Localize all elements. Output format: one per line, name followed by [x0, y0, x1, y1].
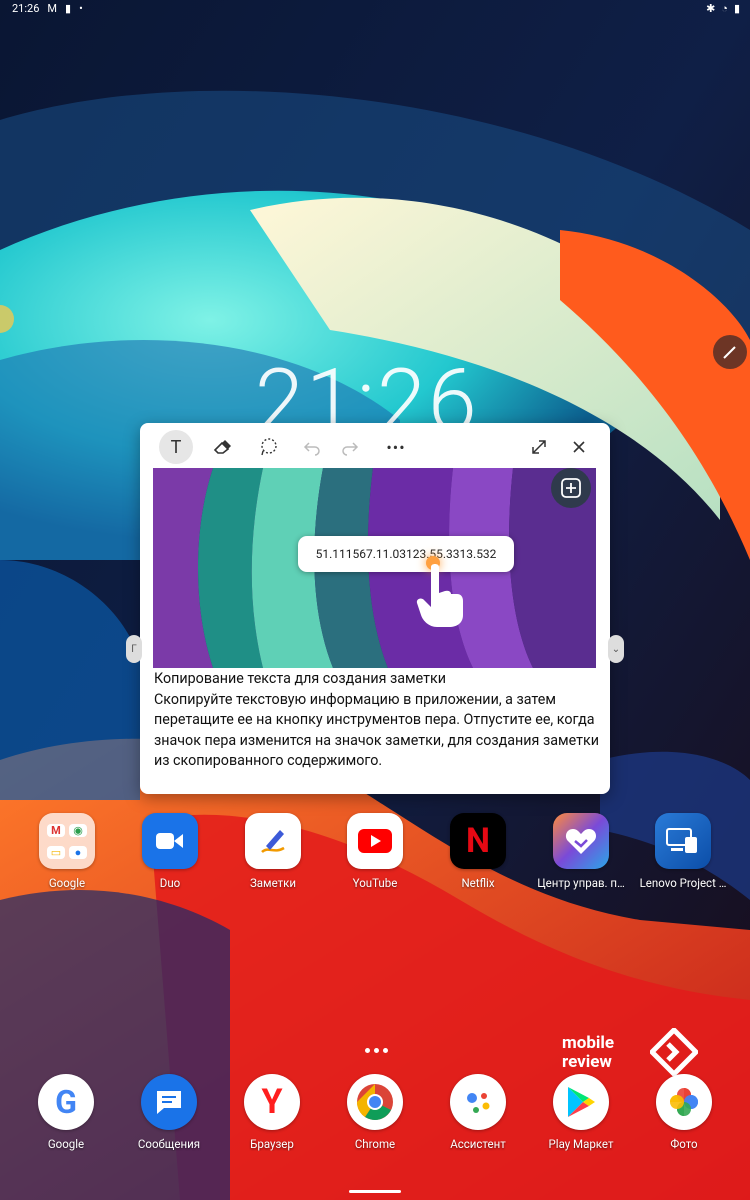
lasso-icon	[261, 438, 277, 456]
netflix-icon: N	[450, 813, 506, 869]
copied-text-bubble: 51.111567.11.03123.55.3313.532	[298, 536, 514, 572]
tutorial-title: Копирование текста для создания заметки	[154, 671, 446, 687]
app-youtube[interactable]: YouTube	[330, 813, 420, 890]
page-dot	[383, 1048, 388, 1053]
undo-icon	[303, 442, 320, 456]
app-label: Google	[48, 876, 86, 890]
gesture-nav-bar[interactable]	[349, 1190, 401, 1193]
notes-icon	[245, 813, 301, 869]
tutorial-description: Копирование текста для создания заметки …	[154, 669, 600, 772]
status-time: 21:26	[12, 2, 40, 15]
app-control-center[interactable]: Центр управ. п…	[536, 813, 626, 890]
app-lenovo-project[interactable]: Lenovo Project …	[638, 813, 728, 890]
photos-icon	[656, 1074, 712, 1130]
page-dot	[374, 1048, 379, 1053]
expand-icon	[532, 440, 546, 454]
add-note-button[interactable]	[551, 468, 591, 508]
app-label: Центр управ. п…	[537, 876, 625, 890]
app-duo[interactable]: Duo	[125, 813, 215, 890]
chevron-down-icon: ⌄	[611, 643, 621, 655]
app-label: Chrome	[354, 1137, 396, 1151]
chevron-left-icon: Г	[131, 643, 137, 655]
battery-icon: ▮	[733, 2, 740, 15]
close-button[interactable]	[562, 430, 596, 464]
lasso-button[interactable]	[252, 430, 286, 464]
yandex-browser-icon: Y	[244, 1074, 300, 1130]
left-page-handle[interactable]: Г	[126, 635, 142, 663]
plus-square-icon	[561, 478, 581, 498]
messages-icon	[141, 1074, 197, 1130]
app-label: Google	[47, 1137, 85, 1151]
app-label: Сообщения	[137, 1137, 201, 1151]
dock-messages[interactable]: Сообщения	[124, 1074, 214, 1151]
control-center-icon	[553, 813, 609, 869]
lenovo-project-icon	[655, 813, 711, 869]
watermark-line2: review	[562, 1052, 612, 1072]
text-tool-button[interactable]: T	[159, 430, 193, 464]
assistant-icon	[450, 1074, 506, 1130]
dot-icon: •	[79, 2, 83, 15]
google-folder-icon: M ◉ ▭ ●	[39, 813, 95, 869]
tutorial-body: Скопируйте текстовую информацию в прилож…	[154, 691, 599, 770]
dock-google[interactable]: G Google	[21, 1074, 111, 1151]
page-indicator	[365, 1048, 388, 1053]
google-icon: G	[38, 1074, 94, 1130]
redo-button[interactable]	[333, 430, 367, 464]
expand-button[interactable]	[522, 430, 556, 464]
close-icon	[573, 441, 585, 453]
hand-pointer-icon	[416, 564, 463, 627]
youtube-icon	[347, 813, 403, 869]
redo-icon	[342, 442, 359, 456]
play-store-icon	[553, 1074, 609, 1130]
app-label: YouTube	[352, 876, 398, 890]
app-notes[interactable]: Заметки	[228, 813, 318, 890]
app-label: Lenovo Project …	[639, 876, 727, 890]
status-bar: 21:26 M ▮ • ✱ ◔ ▮	[0, 0, 750, 18]
pen-tool-handle[interactable]	[713, 335, 747, 369]
bluetooth-icon: ✱	[706, 2, 716, 15]
app-label: Заметки	[249, 876, 297, 890]
chrome-icon	[347, 1074, 403, 1130]
dock-photos[interactable]: Фото	[639, 1074, 729, 1151]
pen-tips-popup: T ••• 51.111567.11.03123.55.3313.532 Коп…	[140, 423, 610, 794]
gmail-icon: M	[47, 2, 58, 15]
dock-play-store[interactable]: Play Маркет	[536, 1074, 626, 1151]
more-button[interactable]: •••	[379, 430, 413, 464]
text-tool-icon: T	[170, 436, 182, 458]
eraser-button[interactable]	[205, 430, 239, 464]
tutorial-preview: 51.111567.11.03123.55.3313.532	[153, 468, 596, 668]
dock-chrome[interactable]: Chrome	[330, 1074, 420, 1151]
undo-button[interactable]	[295, 430, 329, 464]
app-label: Netflix	[461, 876, 495, 890]
right-page-handle[interactable]: ⌄	[608, 635, 624, 663]
app-label: Фото	[670, 1137, 698, 1151]
watermark-logo: mobile review	[562, 1034, 614, 1072]
app-label: Браузер	[250, 1137, 294, 1151]
app-label: Duo	[159, 876, 181, 890]
eraser-icon	[213, 440, 231, 454]
pen-icon	[723, 346, 736, 359]
app-label: Ассистент	[450, 1137, 506, 1151]
dock-yandex-browser[interactable]: Y Браузер	[227, 1074, 317, 1151]
wifi-icon: ◔	[721, 2, 728, 15]
page-dot	[365, 1048, 370, 1053]
duo-icon	[142, 813, 198, 869]
notification-icon: ▮	[65, 2, 72, 15]
app-google-folder[interactable]: M ◉ ▭ ● Google	[22, 813, 112, 890]
app-netflix[interactable]: N Netflix	[433, 813, 523, 890]
app-label: Play Маркет	[548, 1137, 614, 1151]
watermark-diamond-icon	[650, 1028, 698, 1076]
watermark-line1: mobile	[562, 1033, 615, 1053]
more-icon: •••	[386, 437, 406, 457]
dock-assistant[interactable]: Ассистент	[433, 1074, 523, 1151]
